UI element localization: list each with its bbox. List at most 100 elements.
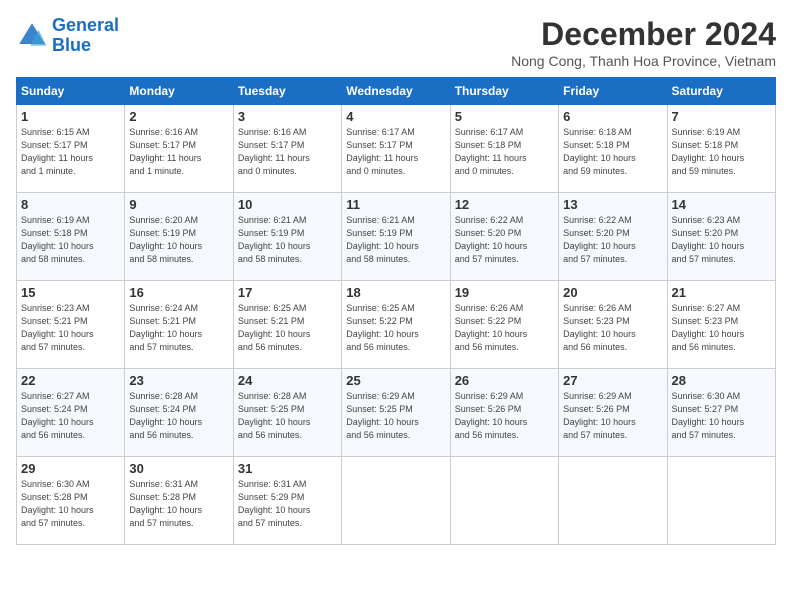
month-title: December 2024 bbox=[511, 16, 776, 53]
day-number: 4 bbox=[346, 109, 445, 124]
day-info: Sunrise: 6:21 AM Sunset: 5:19 PM Dayligh… bbox=[346, 214, 445, 266]
day-info: Sunrise: 6:16 AM Sunset: 5:17 PM Dayligh… bbox=[129, 126, 228, 178]
calendar-week-row: 8Sunrise: 6:19 AM Sunset: 5:18 PM Daylig… bbox=[17, 193, 776, 281]
day-number: 20 bbox=[563, 285, 662, 300]
day-info: Sunrise: 6:27 AM Sunset: 5:23 PM Dayligh… bbox=[672, 302, 771, 354]
day-info: Sunrise: 6:29 AM Sunset: 5:25 PM Dayligh… bbox=[346, 390, 445, 442]
weekday-header-saturday: Saturday bbox=[667, 78, 775, 105]
day-number: 24 bbox=[238, 373, 337, 388]
title-block: December 2024 Nong Cong, Thanh Hoa Provi… bbox=[511, 16, 776, 69]
day-number: 19 bbox=[455, 285, 554, 300]
calendar-cell: 31Sunrise: 6:31 AM Sunset: 5:29 PM Dayli… bbox=[233, 457, 341, 545]
day-info: Sunrise: 6:17 AM Sunset: 5:17 PM Dayligh… bbox=[346, 126, 445, 178]
day-info: Sunrise: 6:20 AM Sunset: 5:19 PM Dayligh… bbox=[129, 214, 228, 266]
calendar-cell bbox=[450, 457, 558, 545]
day-number: 29 bbox=[21, 461, 120, 476]
day-number: 5 bbox=[455, 109, 554, 124]
day-info: Sunrise: 6:22 AM Sunset: 5:20 PM Dayligh… bbox=[563, 214, 662, 266]
day-info: Sunrise: 6:30 AM Sunset: 5:28 PM Dayligh… bbox=[21, 478, 120, 530]
calendar-cell: 29 Sunrise: 6:30 AM Sunset: 5:28 PM Dayli… bbox=[17, 457, 125, 545]
day-number: 9 bbox=[129, 197, 228, 212]
calendar-cell: 5 Sunrise: 6:17 AM Sunset: 5:18 PM Daylig… bbox=[450, 105, 558, 193]
day-info: Sunrise: 6:16 AM Sunset: 5:17 PM Dayligh… bbox=[238, 126, 337, 178]
day-info: Sunrise: 6:23 AM Sunset: 5:20 PM Dayligh… bbox=[672, 214, 771, 266]
calendar-cell: 13 Sunrise: 6:22 AM Sunset: 5:20 PM Dayli… bbox=[559, 193, 667, 281]
calendar-cell: 24 Sunrise: 6:28 AM Sunset: 5:25 PM Dayli… bbox=[233, 369, 341, 457]
logo-icon bbox=[16, 20, 48, 52]
weekday-header-thursday: Thursday bbox=[450, 78, 558, 105]
calendar-cell: 26 Sunrise: 6:29 AM Sunset: 5:26 PM Dayli… bbox=[450, 369, 558, 457]
calendar-week-row: 15Sunrise: 6:23 AM Sunset: 5:21 PM Dayli… bbox=[17, 281, 776, 369]
day-number: 10 bbox=[238, 197, 337, 212]
day-number: 28 bbox=[672, 373, 771, 388]
page-header: General Blue December 2024 Nong Cong, Th… bbox=[16, 16, 776, 69]
weekday-header-sunday: Sunday bbox=[17, 78, 125, 105]
day-number: 21 bbox=[672, 285, 771, 300]
calendar-cell bbox=[342, 457, 450, 545]
calendar-cell bbox=[559, 457, 667, 545]
logo: General Blue bbox=[16, 16, 119, 56]
day-number: 7 bbox=[672, 109, 771, 124]
day-info: Sunrise: 6:31 AM Sunset: 5:28 PM Dayligh… bbox=[129, 478, 228, 530]
calendar-cell: 18Sunrise: 6:25 AM Sunset: 5:22 PM Dayli… bbox=[342, 281, 450, 369]
calendar-cell: 7 Sunrise: 6:19 AM Sunset: 5:18 PM Daylig… bbox=[667, 105, 775, 193]
day-info: Sunrise: 6:26 AM Sunset: 5:23 PM Dayligh… bbox=[563, 302, 662, 354]
calendar-cell: 6Sunrise: 6:18 AM Sunset: 5:18 PM Daylig… bbox=[559, 105, 667, 193]
day-number: 17 bbox=[238, 285, 337, 300]
day-number: 8 bbox=[21, 197, 120, 212]
day-info: Sunrise: 6:24 AM Sunset: 5:21 PM Dayligh… bbox=[129, 302, 228, 354]
day-number: 14 bbox=[672, 197, 771, 212]
day-number: 27 bbox=[563, 373, 662, 388]
calendar-cell: 12Sunrise: 6:22 AM Sunset: 5:20 PM Dayli… bbox=[450, 193, 558, 281]
day-info: Sunrise: 6:28 AM Sunset: 5:25 PM Dayligh… bbox=[238, 390, 337, 442]
day-number: 25 bbox=[346, 373, 445, 388]
day-info: Sunrise: 6:29 AM Sunset: 5:26 PM Dayligh… bbox=[455, 390, 554, 442]
day-info: Sunrise: 6:25 AM Sunset: 5:22 PM Dayligh… bbox=[346, 302, 445, 354]
day-info: Sunrise: 6:28 AM Sunset: 5:24 PM Dayligh… bbox=[129, 390, 228, 442]
day-info: Sunrise: 6:31 AM Sunset: 5:29 PM Dayligh… bbox=[238, 478, 337, 530]
weekday-header-monday: Monday bbox=[125, 78, 233, 105]
day-info: Sunrise: 6:30 AM Sunset: 5:27 PM Dayligh… bbox=[672, 390, 771, 442]
calendar-cell: 8Sunrise: 6:19 AM Sunset: 5:18 PM Daylig… bbox=[17, 193, 125, 281]
calendar-cell: 22 Sunrise: 6:27 AM Sunset: 5:24 PM Dayli… bbox=[17, 369, 125, 457]
calendar-cell: 21 Sunrise: 6:27 AM Sunset: 5:23 PM Dayli… bbox=[667, 281, 775, 369]
weekday-header-tuesday: Tuesday bbox=[233, 78, 341, 105]
day-number: 15 bbox=[21, 285, 120, 300]
calendar-cell: 19Sunrise: 6:26 AM Sunset: 5:22 PM Dayli… bbox=[450, 281, 558, 369]
day-info: Sunrise: 6:17 AM Sunset: 5:18 PM Dayligh… bbox=[455, 126, 554, 178]
day-info: Sunrise: 6:25 AM Sunset: 5:21 PM Dayligh… bbox=[238, 302, 337, 354]
day-number: 2 bbox=[129, 109, 228, 124]
day-info: Sunrise: 6:27 AM Sunset: 5:24 PM Dayligh… bbox=[21, 390, 120, 442]
calendar-cell: 1 Sunrise: 6:15 AM Sunset: 5:17 PM Daylig… bbox=[17, 105, 125, 193]
calendar-cell: 14 Sunrise: 6:23 AM Sunset: 5:20 PM Dayli… bbox=[667, 193, 775, 281]
day-number: 26 bbox=[455, 373, 554, 388]
day-info: Sunrise: 6:21 AM Sunset: 5:19 PM Dayligh… bbox=[238, 214, 337, 266]
calendar-cell: 27Sunrise: 6:29 AM Sunset: 5:26 PM Dayli… bbox=[559, 369, 667, 457]
calendar-cell: 9 Sunrise: 6:20 AM Sunset: 5:19 PM Daylig… bbox=[125, 193, 233, 281]
calendar-cell: 23 Sunrise: 6:28 AM Sunset: 5:24 PM Dayli… bbox=[125, 369, 233, 457]
day-info: Sunrise: 6:15 AM Sunset: 5:17 PM Dayligh… bbox=[21, 126, 120, 178]
calendar-week-row: 22 Sunrise: 6:27 AM Sunset: 5:24 PM Dayli… bbox=[17, 369, 776, 457]
calendar-cell: 3Sunrise: 6:16 AM Sunset: 5:17 PM Daylig… bbox=[233, 105, 341, 193]
day-number: 22 bbox=[21, 373, 120, 388]
calendar-cell: 30 Sunrise: 6:31 AM Sunset: 5:28 PM Dayli… bbox=[125, 457, 233, 545]
calendar-cell: 25 Sunrise: 6:29 AM Sunset: 5:25 PM Dayli… bbox=[342, 369, 450, 457]
day-number: 11 bbox=[346, 197, 445, 212]
day-number: 23 bbox=[129, 373, 228, 388]
day-number: 1 bbox=[21, 109, 120, 124]
calendar-week-row: 29 Sunrise: 6:30 AM Sunset: 5:28 PM Dayli… bbox=[17, 457, 776, 545]
calendar-cell: 15Sunrise: 6:23 AM Sunset: 5:21 PM Dayli… bbox=[17, 281, 125, 369]
calendar-cell: 2 Sunrise: 6:16 AM Sunset: 5:17 PM Daylig… bbox=[125, 105, 233, 193]
day-info: Sunrise: 6:19 AM Sunset: 5:18 PM Dayligh… bbox=[672, 126, 771, 178]
weekday-header-friday: Friday bbox=[559, 78, 667, 105]
calendar-cell: 11 Sunrise: 6:21 AM Sunset: 5:19 PM Dayli… bbox=[342, 193, 450, 281]
day-info: Sunrise: 6:18 AM Sunset: 5:18 PM Dayligh… bbox=[563, 126, 662, 178]
day-number: 13 bbox=[563, 197, 662, 212]
calendar-cell: 20 Sunrise: 6:26 AM Sunset: 5:23 PM Dayli… bbox=[559, 281, 667, 369]
calendar-cell: 4 Sunrise: 6:17 AM Sunset: 5:17 PM Daylig… bbox=[342, 105, 450, 193]
calendar-cell: 17 Sunrise: 6:25 AM Sunset: 5:21 PM Dayli… bbox=[233, 281, 341, 369]
logo-text: General Blue bbox=[52, 16, 119, 56]
weekday-header-row: SundayMondayTuesdayWednesdayThursdayFrid… bbox=[17, 78, 776, 105]
day-number: 30 bbox=[129, 461, 228, 476]
calendar-cell: 28 Sunrise: 6:30 AM Sunset: 5:27 PM Dayli… bbox=[667, 369, 775, 457]
